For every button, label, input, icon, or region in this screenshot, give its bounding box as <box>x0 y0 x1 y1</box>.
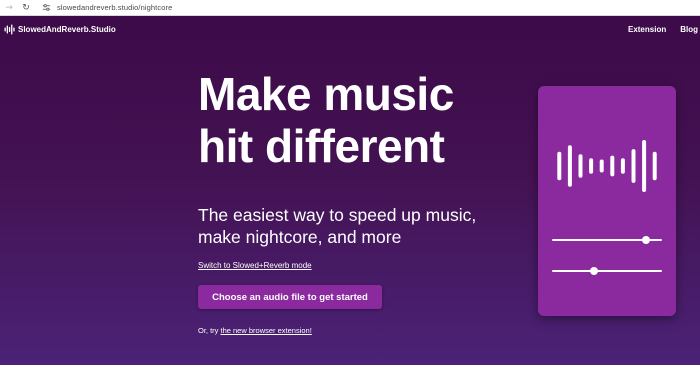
address-bar-url[interactable]: slowedandreverb.studio/nightcore <box>57 3 172 12</box>
extension-promo: Or, try the new browser extension! <box>198 326 312 335</box>
slider-thumb[interactable] <box>589 267 598 275</box>
subheadline-line-2: make nightcore, and more <box>198 227 402 247</box>
brand-name: SlowedAndReverb.Studio <box>18 25 116 34</box>
waveform-bar <box>642 140 647 192</box>
speed-slider[interactable] <box>552 236 662 244</box>
nav-link-extension[interactable]: Extension <box>628 25 666 34</box>
site-settings-icon[interactable] <box>41 2 51 14</box>
headline-line-2: hit different <box>198 120 445 172</box>
waveform-bar <box>631 149 636 183</box>
waveform-graphic <box>557 140 657 192</box>
brand-logo[interactable]: SlowedAndReverb.Studio <box>4 24 116 35</box>
waveform-bar <box>589 158 594 174</box>
page: SlowedAndReverb.Studio Extension Blog Ma… <box>0 16 700 365</box>
waveform-logo-icon <box>4 24 15 35</box>
waveform-bar <box>599 159 604 173</box>
top-navigation: SlowedAndReverb.Studio Extension Blog <box>0 16 700 44</box>
browser-extension-link[interactable]: the new browser extension! <box>221 326 312 335</box>
waveform-bar <box>557 151 562 181</box>
switch-mode-link[interactable]: Switch to Slowed+Reverb mode <box>198 261 312 270</box>
choose-audio-file-button[interactable]: Choose an audio file to get started <box>198 285 382 309</box>
waveform-bar <box>652 151 657 181</box>
browser-toolbar: → ↻ slowedandreverb.studio/nightcore <box>0 0 700 16</box>
slider-track <box>552 270 662 272</box>
back-arrow-icon[interactable]: → <box>2 1 16 15</box>
waveform-bar <box>620 158 625 174</box>
subheadline-line-1: The easiest way to speed up music, <box>198 205 477 225</box>
headline-line-1: Make music <box>198 68 454 120</box>
waveform-bar <box>610 155 615 177</box>
nav-links: Extension Blog <box>614 25 698 34</box>
hero-headline: Make music hit different <box>198 68 498 172</box>
nav-link-blog[interactable]: Blog <box>680 25 698 34</box>
hero-subheadline: The easiest way to speed up music, make … <box>198 204 518 248</box>
waveform-bar <box>578 154 583 178</box>
reload-icon[interactable]: ↻ <box>19 1 33 15</box>
extension-promo-prefix: Or, try <box>198 326 221 335</box>
audio-preview-card <box>538 86 676 316</box>
slider-thumb[interactable] <box>641 236 650 244</box>
waveform-bar <box>567 145 572 187</box>
reverb-slider[interactable] <box>552 267 662 275</box>
